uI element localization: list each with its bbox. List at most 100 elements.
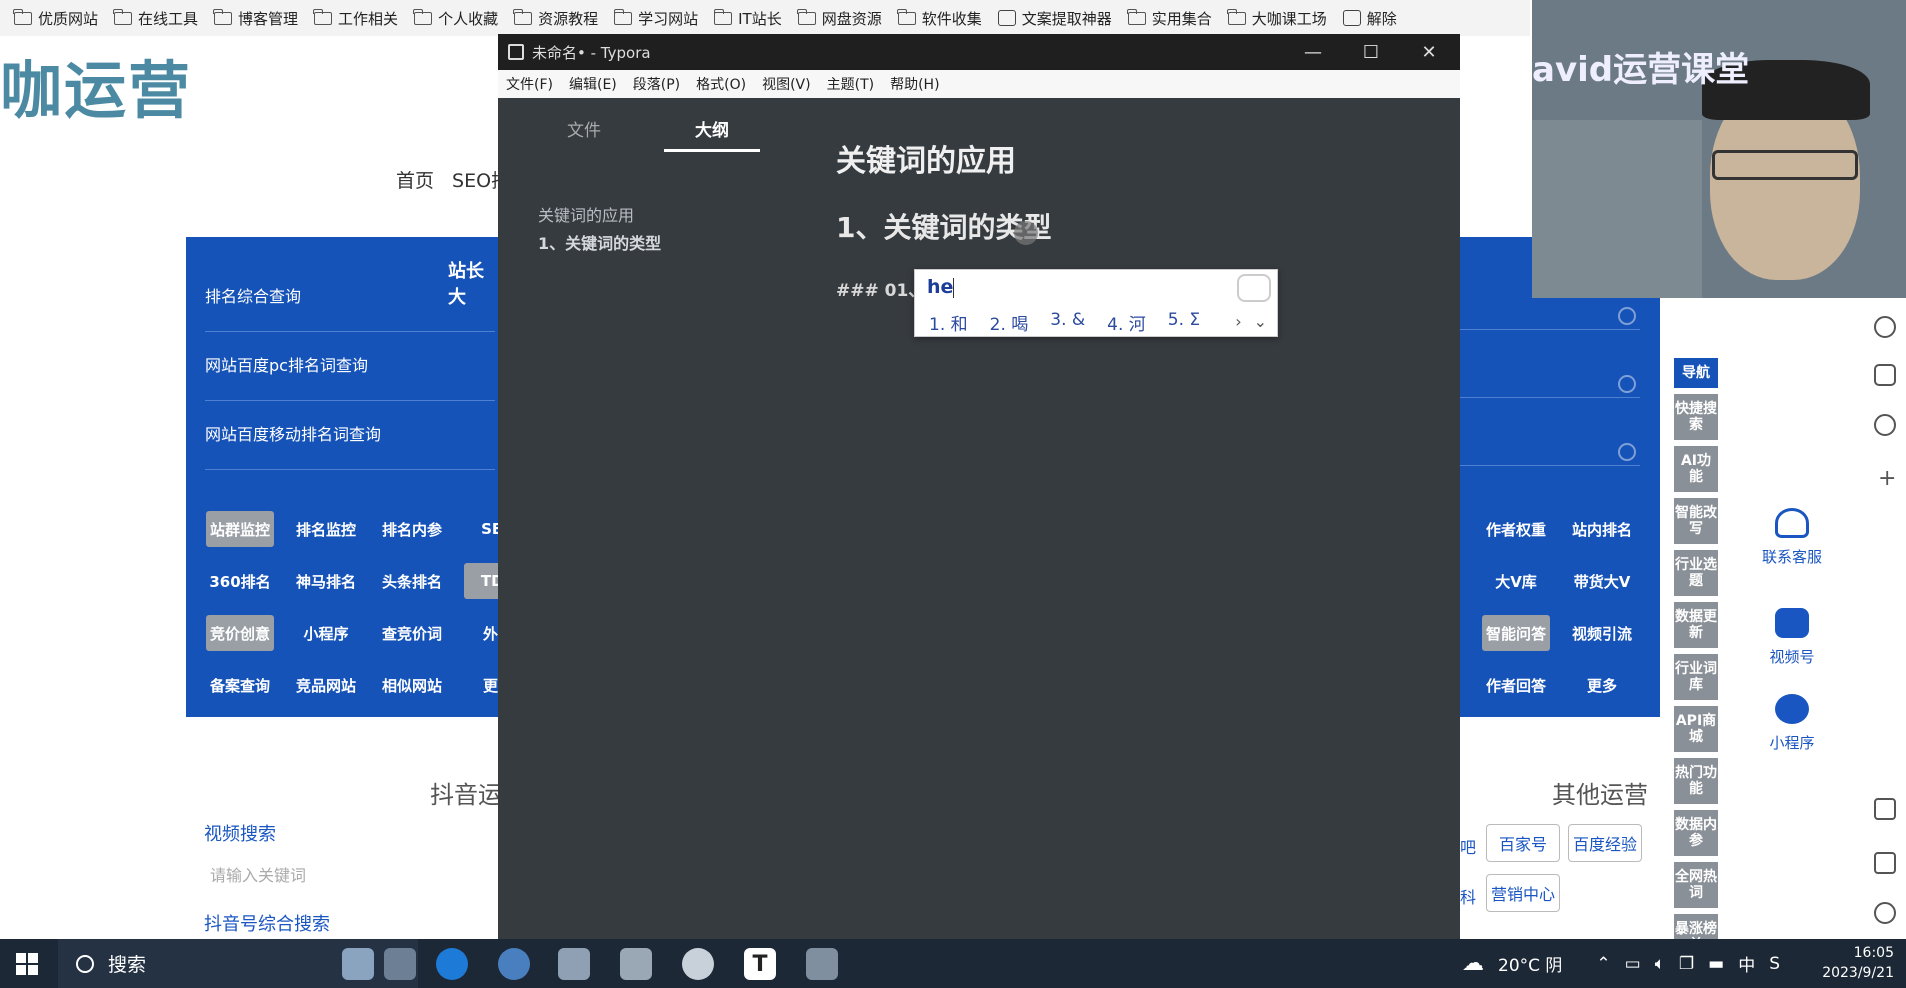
ime-language[interactable]: 中 <box>1738 951 1755 976</box>
tool-button[interactable]: 竞品网站 <box>292 667 360 703</box>
tab-files[interactable]: 文件 <box>536 116 632 149</box>
ime-candidate[interactable]: 1. 和 <box>929 310 968 335</box>
tool-button[interactable]: 更多 <box>1568 667 1636 703</box>
left-link-pc-rank[interactable]: 网站百度pc排名词查询 <box>205 352 495 401</box>
tool-button[interactable]: 备案查询 <box>206 667 274 703</box>
search-icon[interactable] <box>1618 443 1636 461</box>
start-icon[interactable] <box>16 953 38 975</box>
tool-button[interactable]: 作者权重 <box>1482 511 1550 547</box>
minimize-button[interactable]: — <box>1284 34 1342 70</box>
menu-item[interactable]: 格式(O) <box>696 74 746 94</box>
bookmark-item[interactable]: 在线工具 <box>113 8 210 29</box>
typora-titlebar[interactable]: 未命名• - Typora — ☐ ✕ <box>498 34 1460 70</box>
tool-button[interactable]: 查竞价词 <box>378 615 446 651</box>
tool-button[interactable]: 神马排名 <box>292 563 360 599</box>
ime-expand-icon[interactable]: ⌄ <box>1254 312 1267 331</box>
tool-button[interactable]: 视频引流 <box>1568 615 1636 651</box>
service-contact[interactable]: 联系客服 <box>1752 508 1832 567</box>
side-rail-item[interactable]: 数据内参 <box>1674 810 1718 856</box>
gear-icon[interactable] <box>1874 902 1896 924</box>
close-button[interactable]: ✕ <box>1400 34 1458 70</box>
widget-avatar-icon[interactable] <box>342 948 374 980</box>
tool-button[interactable]: 头条排名 <box>378 563 446 599</box>
ime-skin-icon[interactable] <box>1237 274 1271 302</box>
bookmark-item[interactable]: 博客管理 <box>213 8 310 29</box>
doc-heading-1[interactable]: 关键词的应用 <box>836 136 1016 180</box>
service-video-channel[interactable]: 视频号 <box>1752 608 1832 667</box>
service-mini-program[interactable]: 小程序 <box>1752 694 1832 753</box>
keyword-input[interactable]: 请输入关键词 <box>210 862 306 886</box>
side-rail-item[interactable]: AI功能 <box>1674 446 1718 492</box>
tool-button[interactable]: 排名监控 <box>292 511 360 547</box>
outline-item-h2[interactable]: 1、关键词的类型 <box>538 230 661 254</box>
side-rail-item[interactable]: API商城 <box>1674 706 1718 752</box>
settings-icon[interactable] <box>1874 414 1896 436</box>
side-rail-item[interactable]: 行业词库 <box>1674 654 1718 700</box>
left-link-rank-query[interactable]: 排名综合查询 <box>205 283 495 332</box>
typora-editor[interactable]: 关键词的应用 1、关键词的类型 ### 01、 <box>778 98 1460 939</box>
clock[interactable]: 16:05 2023/9/21 <box>1822 943 1894 983</box>
battery-icon[interactable]: ▬ <box>1708 954 1724 974</box>
file-explorer-icon[interactable] <box>806 948 838 980</box>
ime-candidate[interactable]: 3. & <box>1050 310 1085 335</box>
side-rail-item[interactable]: 导航 <box>1674 358 1718 388</box>
bookmark-item[interactable]: 大咖课工场 <box>1227 8 1339 29</box>
video-search-link[interactable]: 视频搜索 <box>204 820 276 846</box>
widget-icon[interactable] <box>384 948 416 980</box>
side-rail-item[interactable]: 数据更新 <box>1674 602 1718 648</box>
notepad-icon[interactable] <box>558 948 590 980</box>
tool-button[interactable]: 相似网站 <box>378 667 446 703</box>
ime-next-page-icon[interactable]: › <box>1235 312 1241 331</box>
tool-button[interactable]: 小程序 <box>292 615 360 651</box>
network-icon[interactable]: ▭ <box>1625 954 1641 974</box>
app-icon[interactable] <box>1874 364 1896 386</box>
ime-candidate[interactable]: 4. 河 <box>1107 310 1146 335</box>
tool-button[interactable]: 竞价创意 <box>206 615 274 651</box>
weather-text[interactable]: 20°C 阴 <box>1498 951 1562 976</box>
bookmark-item[interactable]: 实用集合 <box>1127 8 1224 29</box>
bookmark-item[interactable]: 网盘资源 <box>797 8 894 29</box>
menu-item[interactable]: 主题(T) <box>827 74 874 94</box>
bookmark-item[interactable]: 个人收藏 <box>413 8 510 29</box>
menu-item[interactable]: 段落(P) <box>633 74 680 94</box>
screenshot-icon[interactable] <box>1874 798 1896 820</box>
menu-item[interactable]: 编辑(E) <box>569 74 617 94</box>
ime-app-icon[interactable]: S <box>1769 954 1780 974</box>
tool-button[interactable]: 带货大V <box>1568 563 1636 599</box>
ime-candidate[interactable]: 5. Σ <box>1168 310 1200 335</box>
ime-candidate[interactable]: 2. 喝 <box>990 310 1029 335</box>
baidu-jingyan-button[interactable]: 百度经验 <box>1568 824 1642 862</box>
tool-button[interactable]: 排名内参 <box>378 511 446 547</box>
chevron-up-icon[interactable]: ⌃ <box>1596 954 1610 974</box>
add-icon[interactable]: + <box>1878 466 1896 491</box>
side-rail-item[interactable]: 行业选题 <box>1674 550 1718 596</box>
bookmark-item[interactable]: 优质网站 <box>13 8 110 29</box>
side-rail-item[interactable]: 全网热词 <box>1674 862 1718 908</box>
baijiahao-button[interactable]: 百家号 <box>1486 824 1560 862</box>
outline-item-h1[interactable]: 关键词的应用 <box>538 202 634 226</box>
browser-icon[interactable] <box>498 948 530 980</box>
flower-app-icon[interactable] <box>682 948 714 980</box>
douyin-account-search-link[interactable]: 抖音号综合搜索 <box>204 910 330 936</box>
tool-button[interactable]: 智能问答 <box>1482 615 1550 651</box>
doc-line-markdown[interactable]: ### 01、 <box>836 276 925 301</box>
search-icon[interactable] <box>1618 375 1636 393</box>
bookmark-item[interactable]: 文案提取神器 <box>997 8 1124 29</box>
refresh-icon[interactable] <box>1874 316 1896 338</box>
bookmark-item[interactable]: 解除 <box>1342 8 1409 29</box>
bookmark-item[interactable]: IT站长 <box>713 8 794 29</box>
bookmark-item[interactable]: 工作相关 <box>313 8 410 29</box>
menu-item[interactable]: 视图(V) <box>762 74 811 94</box>
cloud-icon[interactable]: ☁ <box>1462 951 1484 976</box>
volume-icon[interactable]: 🔈︎ <box>1655 954 1665 974</box>
edge-browser-icon[interactable] <box>436 948 468 980</box>
bookmark-item[interactable]: 学习网站 <box>613 8 710 29</box>
side-rail-item[interactable]: 快捷搜索 <box>1674 394 1718 440</box>
copy-icon[interactable]: ❐ <box>1679 954 1694 974</box>
tool-button[interactable]: 作者回答 <box>1482 667 1550 703</box>
side-rail-item[interactable]: 智能改写 <box>1674 498 1718 544</box>
left-link-mobile-rank[interactable]: 网站百度移动排名词查询 <box>205 421 495 470</box>
clipped-link[interactable]: 科 <box>1460 884 1476 908</box>
menu-item[interactable]: 帮助(H) <box>890 74 939 94</box>
tool-button[interactable]: 站内排名 <box>1568 511 1636 547</box>
